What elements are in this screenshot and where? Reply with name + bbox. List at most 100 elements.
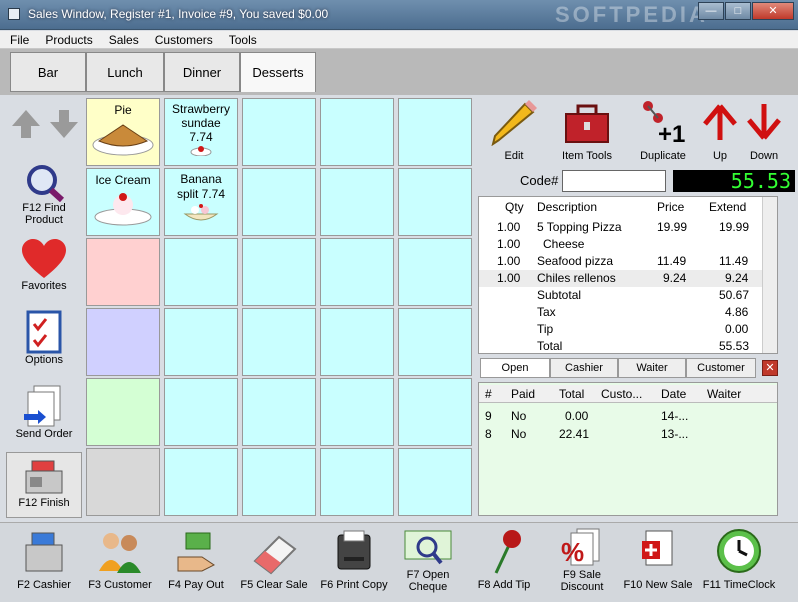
empty-cell[interactable] xyxy=(398,238,472,306)
empty-cell[interactable] xyxy=(242,168,316,236)
category-dinner-tab[interactable]: Dinner xyxy=(164,52,240,92)
empty-cell[interactable] xyxy=(242,238,316,306)
empty-cell[interactable] xyxy=(320,448,394,516)
category-desserts-tab[interactable]: Desserts xyxy=(240,52,316,92)
item-tools-button[interactable]: Item Tools xyxy=(550,98,624,162)
empty-cell[interactable] xyxy=(242,448,316,516)
empty-cell[interactable] xyxy=(242,378,316,446)
pie-icon xyxy=(92,124,154,156)
pay-out-button[interactable]: F4 Pay Out xyxy=(156,527,236,591)
empty-cell[interactable] xyxy=(398,448,472,516)
svg-text:%: % xyxy=(561,537,584,567)
empty-cell[interactable] xyxy=(320,378,394,446)
product-grid: Pie Ice Cream Strawberry sundae 7.74 Ban… xyxy=(86,98,474,518)
maximize-button[interactable]: □ xyxy=(725,2,751,20)
empty-cell[interactable] xyxy=(320,168,394,236)
code-entry: Code# 55.53 xyxy=(478,170,796,192)
invoice-row[interactable]: 8 No 22.41 13-... xyxy=(479,425,777,443)
tab-waiter[interactable]: Waiter xyxy=(618,358,686,378)
tab-open[interactable]: Open xyxy=(480,358,550,378)
empty-cell[interactable] xyxy=(320,308,394,376)
product-banana-split[interactable]: Banana split 7.74 xyxy=(164,168,238,236)
scroll-up-icon[interactable] xyxy=(10,108,42,140)
cheque-magnifier-icon xyxy=(404,530,452,565)
minimize-button[interactable]: — xyxy=(698,2,724,20)
invoice-header: # Paid Total Custo... Date Waiter xyxy=(479,385,777,403)
plus-one-icon: +1 xyxy=(643,101,685,146)
people-icon xyxy=(99,533,141,573)
duplicate-button[interactable]: +1 Duplicate xyxy=(630,98,696,162)
scroll-down-icon[interactable] xyxy=(48,108,80,140)
tab-customer[interactable]: Customer xyxy=(686,358,756,378)
cashier-button[interactable]: F2 Cashier xyxy=(4,527,84,591)
new-sale-button[interactable]: F10 New Sale xyxy=(618,527,698,591)
empty-cell[interactable] xyxy=(164,378,238,446)
function-key-bar: F2 Cashier F3 Customer F4 Pay Out F5 Cle… xyxy=(0,522,798,602)
invoice-row[interactable]: 9 No 0.00 14-... xyxy=(479,407,777,425)
order-scrollbar[interactable] xyxy=(762,197,777,353)
empty-cell[interactable] xyxy=(398,168,472,236)
empty-cell[interactable] xyxy=(398,308,472,376)
empty-cell[interactable] xyxy=(164,308,238,376)
arrow-down-icon xyxy=(747,104,781,140)
options-button[interactable]: Options xyxy=(6,306,82,376)
close-button[interactable]: ✕ xyxy=(752,2,794,20)
empty-cell[interactable] xyxy=(86,238,160,306)
banana-split-icon xyxy=(183,204,219,221)
empty-cell[interactable] xyxy=(242,98,316,166)
menu-file[interactable]: File xyxy=(0,31,35,47)
checklist-icon xyxy=(26,310,62,354)
open-cheque-button[interactable]: F7 Open Cheque xyxy=(388,527,468,593)
empty-cell[interactable] xyxy=(164,238,238,306)
new-document-icon xyxy=(642,530,673,566)
empty-cell[interactable] xyxy=(86,308,160,376)
menu-customers[interactable]: Customers xyxy=(145,31,219,47)
product-ice-cream[interactable]: Ice Cream xyxy=(86,168,160,236)
empty-cell[interactable] xyxy=(398,378,472,446)
magnifier-icon xyxy=(27,165,65,202)
order-header: Qty Description Price Extend xyxy=(505,200,747,214)
subtotal-row: Subtotal 50.67 xyxy=(537,288,750,302)
edit-button[interactable]: Edit xyxy=(484,98,544,162)
find-product-button[interactable]: F12 Find Product xyxy=(6,160,82,230)
finish-button[interactable]: F12 Finish xyxy=(6,452,82,518)
category-lunch-tab[interactable]: Lunch xyxy=(86,52,164,92)
customer-button[interactable]: F3 Customer xyxy=(80,527,160,591)
empty-cell[interactable] xyxy=(320,98,394,166)
app-icon xyxy=(8,8,20,20)
menu-bar: File Products Sales Customers Tools xyxy=(0,31,798,49)
tip-row: Tip 0.00 xyxy=(537,322,749,336)
move-down-button[interactable]: Down xyxy=(740,98,788,162)
print-copy-button[interactable]: F6 Print Copy xyxy=(314,527,394,591)
empty-cell[interactable] xyxy=(164,448,238,516)
percent-documents-icon: % xyxy=(561,528,600,567)
empty-cell[interactable] xyxy=(86,378,160,446)
empty-cell[interactable] xyxy=(86,448,160,516)
product-strawberry-sundae[interactable]: Strawberry sundae 7.74 xyxy=(164,98,238,166)
order-row-selected[interactable]: 1.00 Chiles rellenos 9.24 9.24 xyxy=(479,270,764,287)
order-row[interactable]: 1.00 Cheese xyxy=(479,236,764,253)
category-bar-tab[interactable]: Bar xyxy=(10,52,86,92)
empty-cell[interactable] xyxy=(242,308,316,376)
time-clock-button[interactable]: F11 TimeClock xyxy=(694,527,784,591)
product-pie[interactable]: Pie xyxy=(86,98,160,166)
menu-tools[interactable]: Tools xyxy=(219,31,263,47)
menu-sales[interactable]: Sales xyxy=(99,31,145,47)
close-tab-icon[interactable]: ✕ xyxy=(762,360,778,376)
order-row[interactable]: 1.00 Seafood pizza 11.49 11.49 xyxy=(479,253,764,270)
move-up-button[interactable]: Up xyxy=(700,98,740,162)
total-row: Total 55.53 xyxy=(537,339,750,353)
tab-cashier[interactable]: Cashier xyxy=(550,358,618,378)
empty-cell[interactable] xyxy=(320,238,394,306)
menu-products[interactable]: Products xyxy=(35,31,98,47)
eraser-icon xyxy=(253,535,297,575)
sale-discount-button[interactable]: % F9 Sale Discount xyxy=(542,527,622,593)
send-order-button[interactable]: Send Order xyxy=(6,380,82,450)
clear-sale-button[interactable]: F5 Clear Sale xyxy=(234,527,314,591)
arrow-up-icon xyxy=(703,104,737,140)
add-tip-button[interactable]: F8 Add Tip xyxy=(464,527,544,591)
favorites-button[interactable]: Favorites xyxy=(6,234,82,304)
empty-cell[interactable] xyxy=(398,98,472,166)
code-input[interactable] xyxy=(562,170,666,192)
order-row[interactable]: 1.00 5 Topping Pizza 19.99 19.99 xyxy=(479,219,764,236)
